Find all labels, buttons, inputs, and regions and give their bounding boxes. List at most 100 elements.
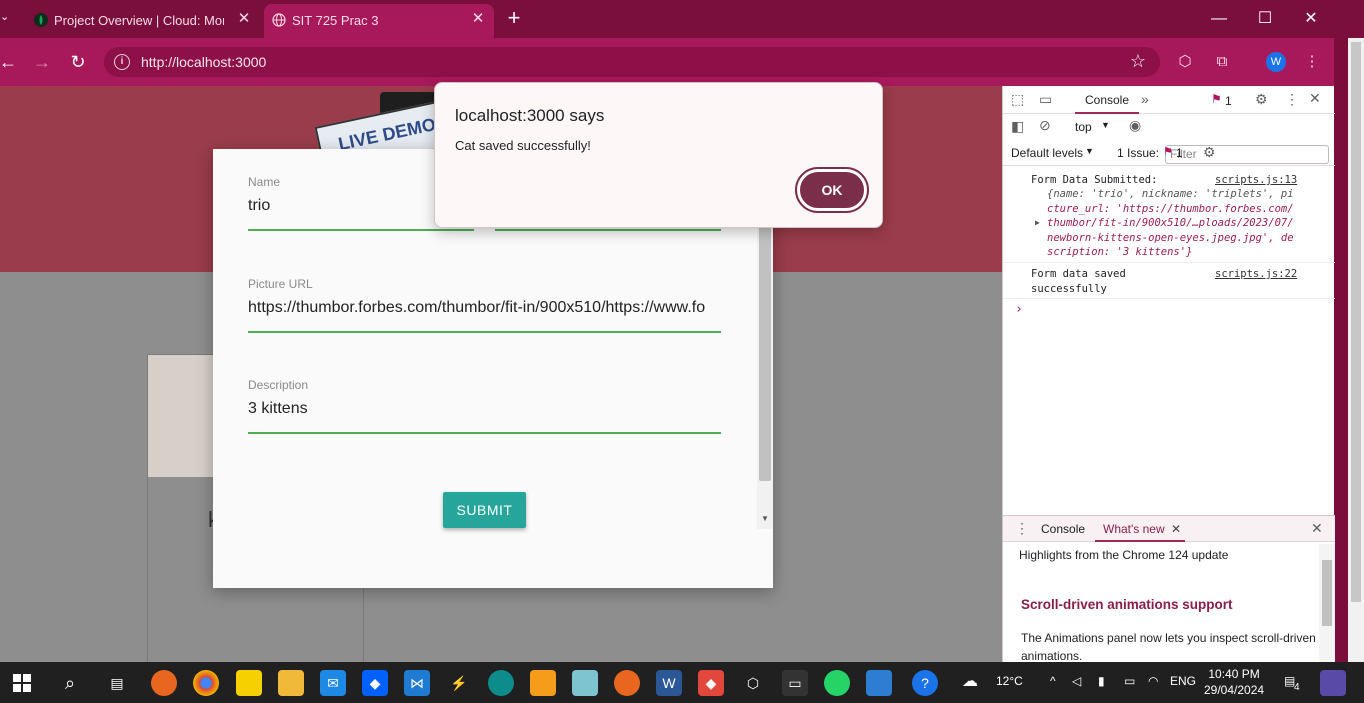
issue-label[interactable]: 1 Issue:	[1117, 146, 1159, 160]
highlights-heading: Highlights from the Chrome 124 update	[1019, 548, 1229, 562]
app-icon[interactable]	[530, 670, 556, 696]
copilot-icon[interactable]	[1320, 670, 1346, 696]
system-clock[interactable]: 10:40 PM 29/04/2024	[1204, 666, 1264, 698]
terminal-app-icon[interactable]: ⚡	[446, 670, 472, 696]
description-field[interactable]: Description 3 kittens	[248, 378, 721, 438]
tab-sit725-prac3[interactable]: SIT 725 Prac 3 ✕	[264, 4, 494, 38]
issue-count[interactable]: 1	[1176, 146, 1183, 160]
console-settings-icon[interactable]: ⚙	[1203, 144, 1216, 161]
dropbox-icon[interactable]: ◆	[362, 670, 388, 696]
context-selector[interactable]: top	[1075, 120, 1092, 134]
close-window-icon[interactable]: ✕	[1296, 8, 1326, 30]
name-input[interactable]: trio	[248, 197, 270, 215]
picture-url-input[interactable]: https://thumbor.forbes.com/thumbor/fit-i…	[248, 299, 721, 317]
show-hidden-icons-icon[interactable]: ^	[1050, 674, 1056, 688]
scroll-down-arrow-icon[interactable]: ▼	[761, 514, 769, 523]
whatsapp-icon[interactable]	[824, 670, 850, 696]
clear-console-icon[interactable]: ⊘	[1039, 117, 1051, 134]
close-tab-icon[interactable]: ✕	[1171, 516, 1181, 542]
drawer-tab-whats-new[interactable]: What's new ✕	[1095, 516, 1185, 542]
forward-arrow-icon[interactable]: →	[30, 50, 54, 74]
eye-icon[interactable]: ◉	[1129, 117, 1141, 134]
chevron-down-icon[interactable]: ▼	[1085, 146, 1094, 156]
mail-icon[interactable]: ✉	[320, 670, 346, 696]
weather-temp[interactable]: 12°C	[996, 674, 1023, 688]
picture-url-field[interactable]: Picture URL https://thumbor.forbes.com/t…	[248, 277, 721, 337]
firefox-icon[interactable]	[151, 670, 177, 696]
drawer-menu-icon[interactable]: ⋮	[1015, 520, 1029, 537]
language-indicator[interactable]: ENG	[1170, 674, 1196, 688]
sidebar-toggle-icon[interactable]: ◧	[1011, 118, 1024, 135]
command-prompt-icon[interactable]: ▭	[782, 670, 808, 696]
scrollbar-thumb[interactable]	[1351, 42, 1361, 602]
close-tab-icon[interactable]: ✕	[470, 11, 486, 27]
site-info-icon[interactable]: i	[114, 54, 130, 70]
weather-cloud-icon[interactable]: ☁	[962, 671, 978, 691]
extension-icon[interactable]: ⬡	[1174, 51, 1196, 73]
minimize-icon[interactable]: —	[1204, 8, 1234, 30]
edge-icon[interactable]	[488, 670, 514, 696]
issues-flag-icon[interactable]: ⚑	[1211, 92, 1222, 106]
close-tab-icon[interactable]: ✕	[236, 11, 252, 27]
close-devtools-icon[interactable]: ✕	[1309, 90, 1321, 107]
devtools-menu-icon[interactable]: ⋮	[1285, 91, 1299, 108]
profile-avatar[interactable]: W	[1266, 52, 1286, 72]
file-explorer-icon[interactable]	[278, 670, 304, 696]
power-icon[interactable]: ▭	[1124, 674, 1135, 688]
drawer-scrollbar[interactable]	[1319, 544, 1335, 663]
drawer-tab-console[interactable]: Console	[1041, 522, 1085, 536]
notes-app-icon[interactable]	[572, 670, 598, 696]
new-tab-button[interactable]: +	[503, 7, 525, 30]
devtools-panel: ⬚ ▭ Console » ⚑ 1 ⚙ ⋮ ✕ ◧ ⊘ top ▼ ◉ Filt…	[1002, 86, 1335, 663]
log-source-link[interactable]: scripts.js:13	[1215, 174, 1297, 186]
picture-url-underline	[248, 331, 721, 333]
chrome-icon[interactable]	[193, 670, 219, 696]
tab-strip: ⌄ Project Overview | Cloud: Mong ✕ SIT 7…	[0, 0, 1364, 38]
submit-button[interactable]: SUBMIT	[443, 492, 526, 528]
inspect-element-icon[interactable]: ⬚	[1011, 91, 1024, 108]
wifi-icon[interactable]: ◠	[1148, 674, 1158, 688]
firefox-dev-icon[interactable]	[614, 670, 640, 696]
close-drawer-icon[interactable]: ✕	[1311, 520, 1323, 537]
back-arrow-icon[interactable]: ←	[0, 50, 20, 74]
more-tabs-icon[interactable]: »	[1141, 91, 1149, 107]
scrollbar-thumb[interactable]	[1322, 560, 1332, 626]
default-levels-dropdown[interactable]: Default levels	[1011, 146, 1083, 160]
console-prompt[interactable]: ›	[1015, 302, 1023, 317]
description-input[interactable]: 3 kittens	[248, 400, 308, 418]
puzzle-extensions-icon[interactable]: ⧉	[1211, 51, 1233, 73]
address-bar[interactable]: i http://localhost:3000 ☆	[104, 47, 1160, 77]
log-source-link[interactable]: scripts.js:22	[1215, 268, 1297, 280]
search-icon[interactable]: ⌕	[57, 670, 83, 696]
volume-icon[interactable]: ◁	[1072, 674, 1081, 688]
help-icon[interactable]: ?	[912, 670, 938, 696]
tab-console[interactable]: Console	[1075, 86, 1139, 114]
window-scrollbar[interactable]	[1348, 38, 1364, 662]
nickname-underline	[495, 229, 721, 231]
alert-dialog: localhost:3000 says Cat saved successful…	[434, 82, 883, 228]
tab-search-icon[interactable]: ⌄	[0, 10, 14, 28]
sticky-notes-icon[interactable]	[236, 670, 262, 696]
task-view-icon[interactable]: ▤	[104, 670, 130, 696]
menu-kebab-icon[interactable]: ⋮	[1301, 51, 1323, 73]
ok-button[interactable]: OK	[795, 167, 869, 213]
anydesk-icon[interactable]: ◆	[698, 670, 724, 696]
expand-triangle-icon[interactable]: ▶	[1035, 218, 1040, 227]
device-toolbar-icon[interactable]: ▭	[1039, 91, 1052, 108]
bookmark-star-icon[interactable]: ☆	[1130, 51, 1146, 72]
devtools-tabbar: ⬚ ▭ Console » ⚑ 1 ⚙ ⋮ ✕	[1003, 86, 1335, 114]
vscode-icon[interactable]: ⋈	[404, 670, 430, 696]
chevron-down-icon[interactable]: ▼	[1101, 120, 1110, 130]
maximize-icon[interactable]: ☐	[1250, 8, 1280, 30]
issues-badge[interactable]: 1	[1225, 94, 1232, 108]
reload-icon[interactable]: ↻	[66, 50, 90, 74]
tab-project-overview[interactable]: Project Overview | Cloud: Mong ✕	[26, 4, 260, 38]
issue-flag-icon: ⚑	[1163, 146, 1173, 158]
windows-start-icon[interactable]	[9, 670, 35, 696]
paint-icon[interactable]	[866, 670, 892, 696]
settings-gear-icon[interactable]: ⚙	[1255, 91, 1268, 108]
battery-icon[interactable]: ▮	[1098, 674, 1105, 688]
word-icon[interactable]: W	[656, 670, 682, 696]
virtualbox-icon[interactable]: ⬡	[740, 670, 766, 696]
feature-text: The Animations panel now lets you inspec…	[1021, 631, 1316, 663]
